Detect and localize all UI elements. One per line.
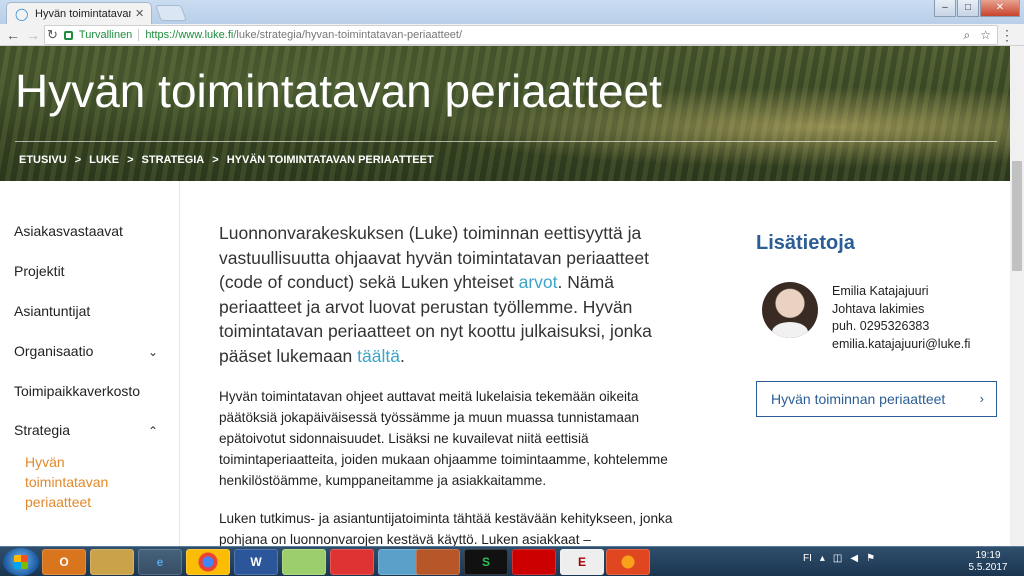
clock-date: 5.5.2017 [968, 562, 1008, 573]
taskbar-app-media[interactable] [330, 549, 374, 575]
chevron-up-icon[interactable]: ⌃ [148, 424, 158, 438]
windows-logo-icon [14, 555, 28, 569]
browser-titlebar: ◯ Hyvän toimintatavan periaatteet ✕ – □ … [0, 0, 1024, 24]
lead-paragraph: Luonnonvarakeskuksen (Luke) toiminnan ee… [219, 221, 675, 369]
sidebar-item-asiakasvastaavat[interactable]: Asiakasvastaavat [14, 223, 164, 239]
sidebar-item-label: Projektit [14, 263, 65, 279]
secure-label: Turvallinen [78, 29, 133, 41]
maximize-button[interactable]: □ [957, 0, 979, 17]
tray-expand-icon[interactable]: ▴ [820, 553, 825, 564]
taskbar-app-explorer[interactable] [90, 549, 134, 575]
sidebar-item-label: Strategia [14, 422, 71, 438]
clock-time: 19:19 [975, 550, 1001, 561]
taskbar-clock[interactable]: 19:19 5.5.2017 [968, 550, 1008, 574]
taskbar-app-notes[interactable] [282, 549, 326, 575]
main-content: Luonnonvarakeskuksen (Luke) toiminnan ee… [219, 221, 675, 550]
sidebar-item-toimipaikkaverkosto[interactable]: Toimipaikkaverkosto [14, 383, 164, 399]
body-paragraph: Hyvän toimintatavan ohjeet auttavat meit… [219, 388, 668, 488]
sidebar-item-organisaatio[interactable]: Organisaatio ⌄ [14, 343, 164, 359]
contact-phone: puh. 0295326383 [832, 319, 930, 333]
hero-banner: Hyvän toimintatavan periaatteet ETUSIVU … [0, 46, 1010, 181]
breadcrumb-strategia[interactable]: STRATEGIA [142, 154, 205, 166]
page-title: Hyvän toimintatavan periaatteet [15, 65, 662, 117]
breadcrumb-separator: > [127, 154, 134, 166]
new-tab-button[interactable] [155, 5, 187, 21]
tab-close-icon[interactable]: ✕ [135, 7, 144, 20]
minimize-button[interactable]: – [934, 0, 956, 17]
window-controls: – □ ✕ [934, 0, 1020, 17]
taskbar-app-speaker[interactable] [416, 549, 460, 575]
page-scrollbar[interactable] [1010, 46, 1024, 546]
contact-name: Emilia Katajajuuri [832, 284, 929, 298]
back-icon[interactable]: ← [6, 27, 20, 43]
taskbar-app-s[interactable]: S [464, 549, 508, 575]
sidebar-item-label: Asiakasvastaavat [14, 223, 123, 239]
scrollbar-thumb[interactable] [1012, 161, 1022, 271]
zoom-icon[interactable]: ⌕ [964, 28, 971, 43]
taalta-link[interactable]: täältä [357, 346, 400, 366]
cta-label: Hyvän toiminnan periaatteet [771, 391, 946, 407]
site-favicon-icon: ◯ [15, 6, 29, 21]
avatar [762, 282, 818, 338]
forward-icon[interactable]: → [26, 27, 40, 43]
breadcrumb-current: HYVÄN TOIMINTATAVAN PERIAATTEET [226, 154, 434, 166]
flag-icon[interactable]: ⚑ [866, 553, 875, 564]
browser-toolbar: ← → ↻ Turvallinen https://www.luke.fi /l… [0, 24, 1024, 46]
language-indicator[interactable]: FI [803, 553, 812, 564]
contact-email[interactable]: emilia.katajajuuri@luke.fi [832, 336, 970, 354]
start-button[interactable] [3, 548, 39, 576]
breadcrumb-separator: > [74, 154, 82, 166]
sidebar-item-label: Asiantuntijat [14, 303, 91, 319]
lead-text: . [399, 345, 405, 366]
menu-icon[interactable]: ⋮ [1000, 27, 1014, 44]
arvot-link[interactable]: arvot [519, 272, 558, 292]
contact-details: Emilia Katajajuuri Johtava lakimies puh.… [832, 283, 970, 353]
hero-divider [15, 141, 997, 142]
network-icon[interactable]: ◫ [833, 553, 842, 564]
sidebar-item-projektit[interactable]: Projektit [14, 263, 164, 279]
sidebar-item-asiantuntijat[interactable]: Asiantuntijat [14, 303, 164, 319]
body-paragraph: Luken tutkimus- ja asiantuntijatoiminta … [219, 510, 673, 547]
url-actions: ⌕ ☆ [964, 28, 992, 43]
taskbar-app-ie[interactable]: e [138, 549, 182, 575]
taskbar-app-e[interactable]: E [560, 549, 604, 575]
taskbar-app-firefox[interactable] [606, 549, 650, 575]
breadcrumb: ETUSIVU > LUKE > STRATEGIA > HYVÄN TOIMI… [19, 154, 434, 166]
contact-role: Johtava lakimies [832, 301, 925, 316]
taskbar-app-chrome[interactable] [186, 549, 230, 575]
tab-title: Hyvän toimintatavan periaatteet [35, 7, 131, 20]
bookmark-star-icon[interactable]: ☆ [980, 28, 991, 43]
sidebar-item-label: Toimipaikkaverkosto [14, 383, 141, 399]
volume-icon[interactable]: ◀ [850, 553, 858, 564]
system-tray: FI ▴ ◫ ◀ ⚑ [803, 553, 875, 564]
close-window-button[interactable]: ✕ [980, 0, 1020, 17]
periaatteet-button[interactable]: Hyvän toiminnan periaatteet › [756, 381, 997, 417]
windows-taskbar: O e W S E FI ▴ ◫ ◀ ⚑ 19:19 5.5.2017 [0, 546, 1024, 576]
aside-title: Lisätietoja [756, 232, 855, 254]
taskbar-app-acrobat[interactable] [512, 549, 556, 575]
address-bar[interactable]: ↻ Turvallinen https://www.luke.fi /luke/… [44, 25, 998, 45]
browser-tab[interactable]: ◯ Hyvän toimintatavan periaatteet ✕ [6, 2, 152, 24]
url-separator [138, 29, 140, 41]
sidebar-subitem-active[interactable]: Hyvän toimintatavan periaatteet [25, 452, 145, 512]
sidebar-nav: Asiakasvastaavat Projektit Asiantuntijat… [0, 181, 180, 546]
breadcrumb-separator: > [212, 154, 219, 166]
taskbar-app-word[interactable]: W [234, 549, 278, 575]
chevron-down-icon[interactable]: ⌄ [148, 345, 158, 359]
url-path: /luke/strategia/hyvan-toimintatavan-peri… [233, 29, 463, 41]
breadcrumb-home[interactable]: ETUSIVU [19, 154, 67, 166]
sidebar-item-strategia[interactable]: Strategia ⌃ [14, 422, 164, 438]
reload-icon[interactable]: ↻ [47, 27, 58, 43]
info-aside: Lisätietoja Emilia Katajajuuri Johtava l… [756, 232, 997, 417]
lock-icon[interactable] [63, 30, 73, 40]
chevron-right-icon: › [979, 391, 984, 406]
url-host: https://www.luke.fi [145, 29, 234, 41]
breadcrumb-luke[interactable]: LUKE [89, 154, 119, 166]
sidebar-item-label: Organisaatio [14, 343, 94, 359]
taskbar-app-outlook[interactable]: O [42, 549, 86, 575]
